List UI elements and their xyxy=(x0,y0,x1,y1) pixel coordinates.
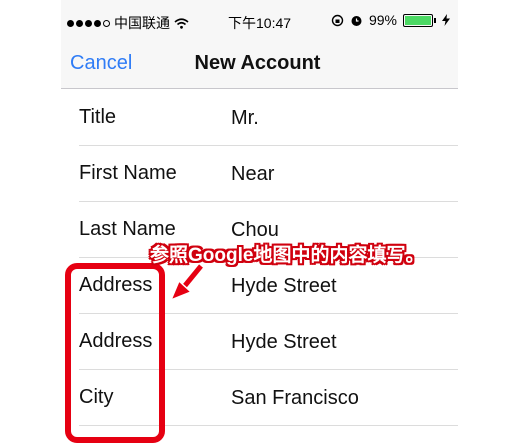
battery-nub xyxy=(434,17,436,23)
address-field-1[interactable]: Hyde Street xyxy=(231,275,337,298)
signal-strength-icon xyxy=(67,19,110,27)
form-row-first-name[interactable]: First Name Near xyxy=(79,145,458,202)
title-field[interactable]: Mr. xyxy=(231,107,259,130)
address-field-2[interactable]: Hyde Street xyxy=(231,331,337,354)
highlight-box xyxy=(65,263,165,443)
status-bar: 中国联通 下午10:47 99% xyxy=(61,0,458,40)
city-field[interactable]: San Francisco xyxy=(231,387,359,410)
page-title: New Account xyxy=(61,52,458,75)
annotation-arrow-icon xyxy=(169,263,205,302)
field-label: First Name xyxy=(79,162,177,184)
page-title-text: New Account xyxy=(194,52,321,74)
clock-label: 下午10:47 xyxy=(228,15,292,31)
status-left: 中国联通 xyxy=(67,13,189,33)
battery-percent: 99% xyxy=(368,12,397,28)
alarm-icon xyxy=(351,15,362,26)
field-label: Title xyxy=(79,106,117,128)
battery-icon xyxy=(403,13,433,27)
carrier-label: 中国联通 xyxy=(114,15,170,31)
charging-icon xyxy=(442,14,450,26)
wifi-icon xyxy=(174,17,189,29)
field-label: Last Name xyxy=(79,218,176,240)
rotation-lock-icon xyxy=(331,14,344,26)
navigation-bar: Cancel New Account xyxy=(61,40,458,89)
last-name-field[interactable]: Chou xyxy=(231,219,279,242)
annotation-text: 参照Google地图中的内容填写。 xyxy=(150,245,425,266)
form-row-title[interactable]: Title Mr. xyxy=(79,89,458,146)
status-right: 99% xyxy=(331,12,450,28)
first-name-field[interactable]: Near xyxy=(231,163,274,186)
battery-fill xyxy=(405,15,431,25)
